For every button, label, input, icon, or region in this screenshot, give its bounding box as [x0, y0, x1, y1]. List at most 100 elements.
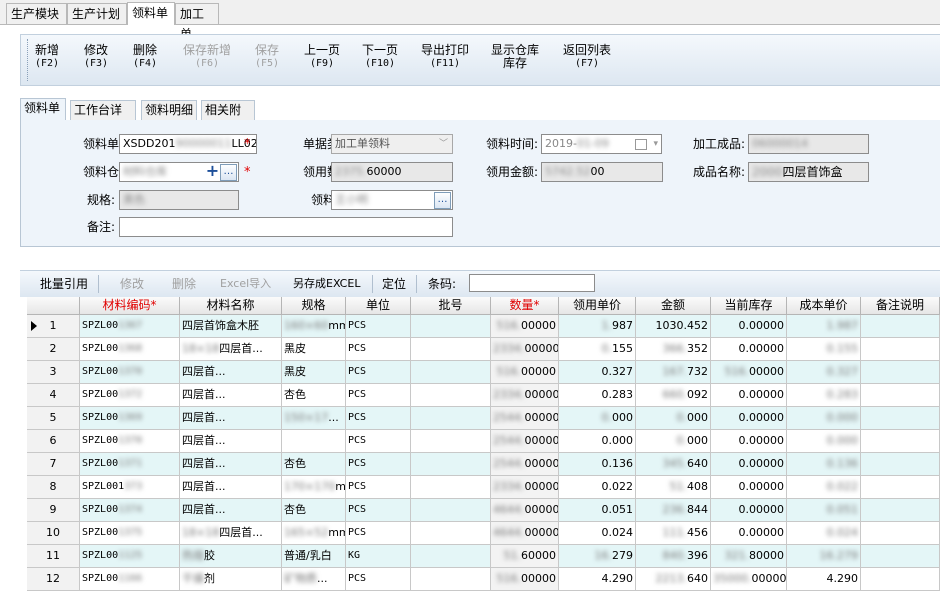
grid-cell[interactable]: 普通/乳白: [282, 545, 346, 568]
row-number-cell[interactable]: 2: [27, 338, 80, 361]
pick-time-field[interactable]: 2019-01-09 ▾: [541, 134, 662, 154]
grid-cell[interactable]: 51.408: [636, 476, 711, 499]
table-row[interactable]: 11 SPZL001125 热熔胶 普通/乳白 KG 51.60000 16.279 840.…: [27, 545, 940, 568]
grid-cell[interactable]: [411, 384, 491, 407]
grid-cell[interactable]: 0.283: [559, 384, 636, 407]
row-number-cell[interactable]: 8: [27, 476, 80, 499]
grid-cell[interactable]: SPZL001374: [80, 499, 180, 522]
grid-cell[interactable]: PCS: [346, 430, 411, 453]
column-header[interactable]: 领用单价: [559, 297, 636, 315]
grid-cell[interactable]: [861, 568, 940, 591]
grid-cell[interactable]: 四层首...: [180, 384, 282, 407]
grid-cell[interactable]: 2334.00000: [491, 338, 559, 361]
grid-cell[interactable]: 0.000: [636, 430, 711, 453]
barcode-input[interactable]: [469, 274, 595, 292]
grid-cell[interactable]: 0.024: [787, 522, 861, 545]
grid-cell[interactable]: 0.327: [559, 361, 636, 384]
grid-cell[interactable]: 四层首...: [180, 476, 282, 499]
grid-cell[interactable]: 0.051: [787, 499, 861, 522]
grid-cell[interactable]: 0.022: [559, 476, 636, 499]
grid-cell[interactable]: 1.987: [787, 315, 861, 338]
grid-cell[interactable]: 1.987: [559, 315, 636, 338]
grid-cell[interactable]: 黑皮: [282, 361, 346, 384]
column-header[interactable]: 当前库存: [711, 297, 787, 315]
grid-cell[interactable]: 2334.00000: [491, 384, 559, 407]
grid-cell[interactable]: PCS: [346, 476, 411, 499]
grid-cell[interactable]: SPZL001373: [80, 476, 180, 499]
grid-cell[interactable]: 2213.640: [636, 568, 711, 591]
grid-cell[interactable]: SPZL001370: [80, 430, 180, 453]
delete-row-button[interactable]: 删除: [172, 271, 196, 297]
toolbar-button-2[interactable]: 修改 (F3): [84, 44, 108, 70]
grid-cell[interactable]: SPZL001372: [80, 384, 180, 407]
grid-cell[interactable]: 四层首...: [180, 453, 282, 476]
grid-cell[interactable]: 16.279: [559, 545, 636, 568]
grid-cell[interactable]: 516.00000: [491, 315, 559, 338]
grid-cell[interactable]: PCS: [346, 384, 411, 407]
toolbar-button-8[interactable]: 导出打印 (F11): [421, 44, 469, 70]
grid-cell[interactable]: 516.00000: [491, 568, 559, 591]
table-row[interactable]: 10SPZL00137518×18四层首...165×52mmPCS4644.0…: [27, 522, 940, 545]
grid-cell[interactable]: [861, 338, 940, 361]
grid-cell[interactable]: 2544.00000: [491, 407, 559, 430]
grid-cell[interactable]: 18×18四层首...: [180, 522, 282, 545]
table-row[interactable]: 7 SPZL001371 四层首... 杏色 PCS 2544.00000 0.136 345…: [27, 453, 940, 476]
grid-cell[interactable]: [411, 315, 491, 338]
grid-cell[interactable]: 165×52mm: [282, 522, 346, 545]
grid-cell[interactable]: [411, 476, 491, 499]
module-tab-1[interactable]: 生产模块: [6, 3, 67, 24]
grid-cell[interactable]: [861, 522, 940, 545]
grid-cell[interactable]: 18×18四层首...: [180, 338, 282, 361]
grid-cell[interactable]: 321.80000: [711, 545, 787, 568]
table-row[interactable]: 6 SPZL001370 四层首... PCS 2544.00000 0.000 0.000…: [27, 430, 940, 453]
toolbar-button-9[interactable]: 显示仓库 库存: [491, 44, 539, 70]
table-row[interactable]: 12 SPZL001166 干燥剂 矿物质... PCS 516.00000 4.290 22…: [27, 568, 940, 591]
grid-cell[interactable]: 516.00000: [711, 361, 787, 384]
toolbar-button-1[interactable]: 新增 (F2): [35, 44, 59, 70]
grid-cell[interactable]: SPZL001166: [80, 568, 180, 591]
grid-cell[interactable]: 170×170mm: [282, 476, 346, 499]
warehouse-field[interactable]: 材料仓库 + …: [119, 162, 239, 182]
grid-cell[interactable]: [411, 407, 491, 430]
row-number-cell[interactable]: 5: [27, 407, 80, 430]
grid-cell[interactable]: 150×17...: [282, 407, 346, 430]
grid-cell[interactable]: 0.000: [636, 407, 711, 430]
toolbar-button-7[interactable]: 下一页 (F10): [362, 44, 398, 70]
form-tab-4[interactable]: 相关附件: [201, 100, 255, 136]
table-row[interactable]: 1SPZL001367四层首饰盒木胚160×60mmPCS516.000001.…: [27, 315, 940, 338]
table-row[interactable]: 3 SPZL001370 四层首... 黑皮 PCS 516.00000 0.327 167.…: [27, 361, 940, 384]
batch-reference-button[interactable]: 批量引用: [40, 271, 88, 297]
grid-cell[interactable]: PCS: [346, 499, 411, 522]
grid-cell[interactable]: PCS: [346, 338, 411, 361]
grid-cell[interactable]: 0.00000: [711, 384, 787, 407]
form-tab-2[interactable]: 工作台详情: [70, 100, 136, 136]
grid-cell[interactable]: 杏色: [282, 384, 346, 407]
grid-cell[interactable]: 0.00000: [711, 522, 787, 545]
row-number-cell[interactable]: 3: [27, 361, 80, 384]
grid-cell[interactable]: [411, 338, 491, 361]
row-number-cell[interactable]: 6: [27, 430, 80, 453]
grid-cell[interactable]: SPZL001368: [80, 338, 180, 361]
column-header[interactable]: 材料编码*: [80, 297, 180, 315]
add-icon[interactable]: +: [205, 163, 220, 179]
grid-cell[interactable]: SPZL001370: [80, 361, 180, 384]
row-number-cell[interactable]: 7: [27, 453, 80, 476]
grid-cell[interactable]: [411, 499, 491, 522]
grid-cell[interactable]: 四层首饰盒木胚: [180, 315, 282, 338]
grid-cell[interactable]: SPZL001371: [80, 453, 180, 476]
column-header[interactable]: 批号: [411, 297, 491, 315]
grid-cell[interactable]: PCS: [346, 407, 411, 430]
column-header[interactable]: 材料名称: [180, 297, 282, 315]
row-number-cell[interactable]: 11: [27, 545, 80, 568]
column-header[interactable]: 金额: [636, 297, 711, 315]
grid-cell[interactable]: 0.155: [559, 338, 636, 361]
grid-cell[interactable]: 0.000: [559, 430, 636, 453]
grid-cell[interactable]: 516.00000: [491, 361, 559, 384]
grid-cell[interactable]: 2544.00000: [491, 430, 559, 453]
grid-cell[interactable]: 0.327: [787, 361, 861, 384]
column-header[interactable]: 成本单价: [787, 297, 861, 315]
grid-cell[interactable]: 4.290: [787, 568, 861, 591]
grid-cell[interactable]: 0.155: [787, 338, 861, 361]
row-number-cell[interactable]: 10: [27, 522, 80, 545]
grid-cell[interactable]: 236.844: [636, 499, 711, 522]
